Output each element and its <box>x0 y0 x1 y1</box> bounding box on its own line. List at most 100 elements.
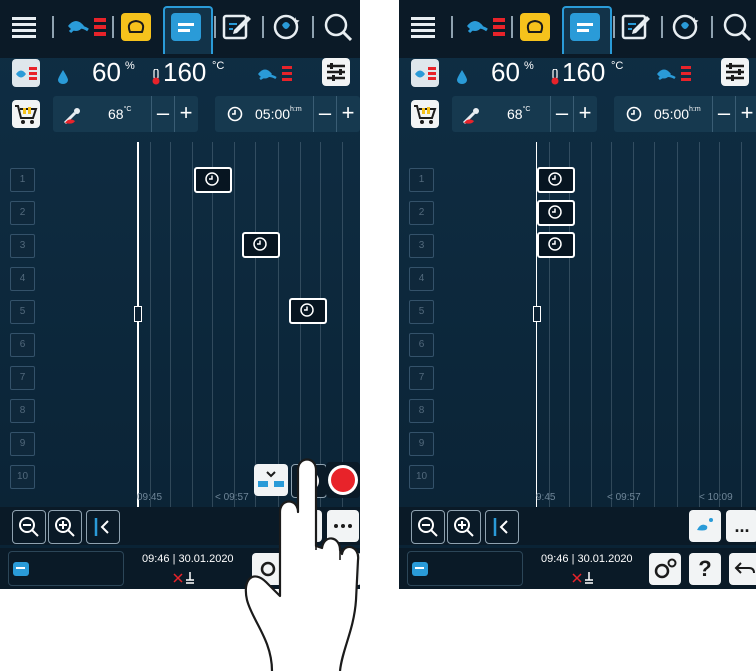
time-setting: 05:00h:m – + <box>215 96 360 132</box>
cooking-paths-button[interactable] <box>463 10 507 44</box>
timer-icon <box>548 205 562 219</box>
clock-icon <box>227 106 243 122</box>
collapse-left-button[interactable] <box>485 510 519 544</box>
favourites-button[interactable] <box>671 10 701 44</box>
rack-7[interactable]: 7 <box>409 366 434 390</box>
settings-button[interactable] <box>649 553 681 585</box>
rack-8[interactable]: 8 <box>409 399 434 423</box>
rack-2[interactable]: 2 <box>409 201 434 225</box>
zoom-in-button[interactable] <box>447 510 481 544</box>
core-temp-setting: 68°C – + <box>452 96 597 132</box>
temperature-value: 160 <box>163 57 207 87</box>
search-button[interactable] <box>322 10 352 44</box>
current-time-handle[interactable] <box>134 306 142 322</box>
menu-icon <box>12 17 36 38</box>
humidity-icon <box>457 70 467 84</box>
timer-rack-5[interactable] <box>289 298 327 324</box>
more-button[interactable]: ... <box>726 510 756 542</box>
collapse-left-button[interactable] <box>86 510 120 544</box>
time-label-1: 9:45 <box>536 492 556 503</box>
rack-4[interactable]: 4 <box>10 267 35 291</box>
rack-5[interactable]: 5 <box>10 300 35 324</box>
intelligent-cooking-button[interactable] <box>118 10 154 44</box>
rack-2[interactable]: 2 <box>10 201 35 225</box>
edit-icon <box>222 14 251 40</box>
core-temp-plus-button[interactable]: + <box>174 96 197 132</box>
core-probe-icon <box>63 108 80 125</box>
timer-rack-1[interactable] <box>194 167 232 193</box>
time-minus-button[interactable]: – <box>712 96 735 132</box>
zoom-out-button[interactable] <box>12 510 46 544</box>
basket-button[interactable] <box>12 100 40 128</box>
connection-status-icon <box>572 572 593 584</box>
timer-rack-3[interactable] <box>242 232 280 258</box>
cleaning-button[interactable] <box>689 510 721 542</box>
intelligent-cooking-button[interactable] <box>517 10 553 44</box>
connection-status-icon <box>173 572 194 584</box>
rack-9[interactable]: 9 <box>409 432 434 456</box>
current-time-line <box>536 142 537 507</box>
cleaning-icon <box>697 518 713 531</box>
search-icon <box>723 13 751 42</box>
rack-7[interactable]: 7 <box>10 366 35 390</box>
core-temp-minus-button[interactable]: – <box>550 96 573 132</box>
zoom-out-button[interactable] <box>411 510 445 544</box>
menu-button[interactable] <box>12 10 36 44</box>
timer-rack-2[interactable] <box>537 200 575 226</box>
rack-4[interactable]: 4 <box>409 267 434 291</box>
basket-button[interactable] <box>411 100 439 128</box>
hybrid-mode-icon <box>415 67 436 80</box>
timer-rack-1[interactable] <box>537 167 575 193</box>
filter-button[interactable] <box>322 58 350 86</box>
settings-icon <box>654 558 677 579</box>
hybrid-mode-status-icon <box>258 66 292 81</box>
menu-button[interactable] <box>411 10 435 44</box>
rack-10[interactable]: 10 <box>10 465 35 489</box>
help-button[interactable]: ? <box>689 553 721 585</box>
tap-hand-icon <box>244 458 360 671</box>
production-manager-button[interactable] <box>170 10 202 44</box>
current-time-line <box>137 142 139 507</box>
time-plus-button[interactable]: + <box>735 96 756 132</box>
core-temp-minus-button[interactable]: – <box>151 96 174 132</box>
rack-6[interactable]: 6 <box>409 333 434 357</box>
time-unit: h:m <box>290 106 302 113</box>
cooking-paths-icon <box>68 18 106 36</box>
time-minus-button[interactable]: – <box>313 96 336 132</box>
humidity-unit: % <box>125 60 135 72</box>
core-temp-unit: °C <box>123 106 132 113</box>
time-plus-button[interactable]: + <box>336 96 359 132</box>
active-program-tile[interactable] <box>407 551 523 586</box>
filter-button[interactable] <box>721 58 749 86</box>
cooking-paths-button[interactable] <box>64 10 108 44</box>
right-screen: 60 % 160 °C 68°C – + 05:00h:m – + 1 2 3 … <box>399 0 756 589</box>
search-button[interactable] <box>721 10 751 44</box>
rack-3[interactable]: 3 <box>409 234 434 258</box>
active-program-tile[interactable] <box>8 551 124 586</box>
rack-9[interactable]: 9 <box>10 432 35 456</box>
rack-10[interactable]: 10 <box>409 465 434 489</box>
hybrid-mode-button[interactable] <box>411 59 439 87</box>
time-value: 05:00 <box>654 106 690 122</box>
timer-rack-3[interactable] <box>537 232 575 258</box>
rack-1[interactable]: 1 <box>409 168 434 192</box>
production-manager-icon <box>171 13 201 41</box>
production-manager-button[interactable] <box>569 10 601 44</box>
rack-6[interactable]: 6 <box>10 333 35 357</box>
edit-button[interactable] <box>621 10 651 44</box>
rack-3[interactable]: 3 <box>10 234 35 258</box>
favourites-button[interactable] <box>272 10 302 44</box>
current-time-handle[interactable] <box>533 306 541 322</box>
edit-button[interactable] <box>222 10 252 44</box>
hybrid-mode-button[interactable] <box>12 59 40 87</box>
core-temp-plus-button[interactable]: + <box>573 96 596 132</box>
time-unit: h:m <box>689 106 701 113</box>
rack-5[interactable]: 5 <box>409 300 434 324</box>
rack-1[interactable]: 1 <box>10 168 35 192</box>
back-icon <box>734 562 755 574</box>
favourites-icon <box>672 14 699 40</box>
back-button[interactable] <box>729 553 756 585</box>
menu-icon <box>411 17 435 38</box>
rack-8[interactable]: 8 <box>10 399 35 423</box>
zoom-in-button[interactable] <box>48 510 82 544</box>
